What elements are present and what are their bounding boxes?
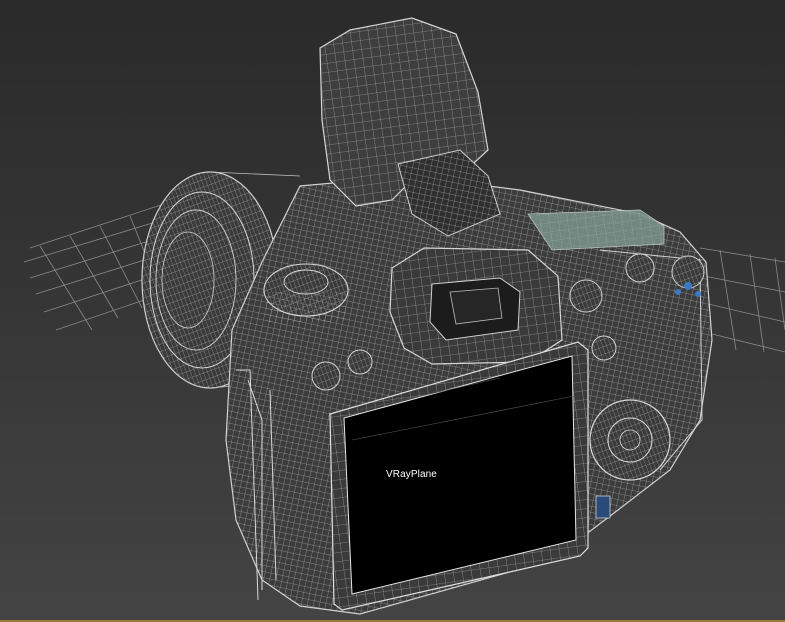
quick-control-dial-mesh xyxy=(589,399,671,481)
eyecup-mesh xyxy=(389,247,563,365)
object-name-label: VRayPlane xyxy=(386,469,437,480)
mode-dial-mesh xyxy=(263,263,349,322)
3d-viewport[interactable]: VRayPlane xyxy=(0,0,785,622)
wireframe-scene[interactable] xyxy=(0,0,785,622)
